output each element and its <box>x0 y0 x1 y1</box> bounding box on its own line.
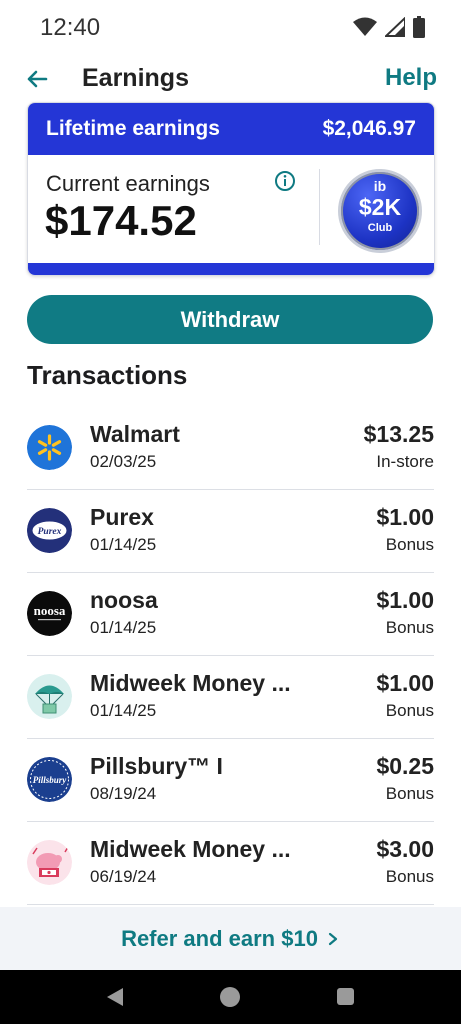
status-time: 12:40 <box>40 14 101 41</box>
status-bar: 12:40 <box>0 0 461 56</box>
transaction-name: noosa <box>90 587 158 613</box>
purex-logo-text: Purex <box>38 527 62 537</box>
chevron-right-icon <box>328 932 338 945</box>
transaction-name: Midweek Money ... <box>90 836 291 862</box>
lifetime-earnings-value: $2,046.97 <box>322 117 416 140</box>
transaction-date: 08/19/24 <box>90 784 157 803</box>
current-earnings-label: Current earnings <box>46 171 210 196</box>
transaction-name: Midweek Money ... <box>90 670 291 696</box>
noosa-logo-icon: noosa <box>27 591 72 636</box>
parachute-money-icon <box>27 674 72 719</box>
transaction-row[interactable]: Midweek Money ... 06/19/24 $3.00 Bonus <box>0 822 461 905</box>
transaction-type: Bonus <box>385 701 434 720</box>
card-accent-bar <box>28 263 434 275</box>
divider <box>319 169 320 245</box>
signal-icon <box>385 17 405 37</box>
transaction-row[interactable]: Purex Purex 01/14/25 $1.00 Bonus <box>0 490 461 573</box>
info-icon[interactable] <box>274 170 296 192</box>
transaction-row[interactable]: noosa noosa 01/14/25 $1.00 Bonus <box>0 573 461 656</box>
transaction-name: Pillsbury™ I <box>90 753 223 779</box>
app-bar: Earnings Help <box>0 56 461 102</box>
transaction-date: 01/14/25 <box>90 701 157 720</box>
status-icons <box>353 16 425 38</box>
transaction-row[interactable]: Pillsbury Pillsbury™ I 08/19/24 $0.25 Bo… <box>0 739 461 822</box>
noosa-logo-text: noosa <box>34 603 66 618</box>
withdraw-button[interactable]: Withdraw <box>27 295 433 344</box>
transaction-name: Walmart <box>90 421 180 447</box>
club-badge-amount: $2K <box>358 194 402 220</box>
transaction-type: Bonus <box>385 535 434 554</box>
lifetime-earnings-bar: Lifetime earnings $2,046.97 <box>28 103 434 155</box>
transaction-amount: $3.00 <box>376 836 434 862</box>
transaction-row[interactable]: Walmart 02/03/25 $13.25 In-store <box>0 407 461 490</box>
battery-icon <box>413 16 425 38</box>
pillsbury-logo-text: Pillsbury <box>33 775 68 785</box>
transaction-row[interactable]: Midweek Money ... 01/14/25 $1.00 Bonus <box>0 656 461 739</box>
lifetime-earnings-label: Lifetime earnings <box>46 117 220 140</box>
pillsbury-logo-icon: Pillsbury <box>27 757 72 802</box>
transaction-type: In-store <box>376 452 434 471</box>
transaction-amount: $1.00 <box>376 504 434 530</box>
transaction-date: 01/14/25 <box>90 535 157 554</box>
transaction-type: Bonus <box>385 618 434 637</box>
earnings-card: Lifetime earnings $2,046.97 Current earn… <box>27 102 435 276</box>
transactions-list: Walmart 02/03/25 $13.25 In-store Purex P… <box>0 407 461 905</box>
transaction-amount: $1.00 <box>376 670 434 696</box>
transaction-date: 06/19/24 <box>90 867 157 886</box>
system-nav-bar <box>0 970 461 1024</box>
row-divider <box>27 904 434 905</box>
club-badge-label: Club <box>367 222 393 234</box>
transaction-amount: $13.25 <box>363 421 434 447</box>
nav-home-icon[interactable] <box>220 987 240 1007</box>
walmart-logo-icon <box>27 425 72 470</box>
transaction-date: 02/03/25 <box>90 452 157 471</box>
transactions-title: Transactions <box>27 360 188 390</box>
piggy-bank-icon <box>27 840 72 885</box>
transaction-date: 01/14/25 <box>90 618 157 637</box>
transaction-type: Bonus <box>385 867 434 886</box>
transaction-amount: $0.25 <box>376 753 434 779</box>
wifi-icon <box>353 17 377 36</box>
refer-label: Refer and earn $10 <box>121 925 318 951</box>
help-link[interactable]: Help <box>385 64 437 92</box>
club-badge[interactable]: ib $2K Club <box>338 169 422 253</box>
transaction-name: Purex <box>90 504 154 530</box>
transaction-amount: $1.00 <box>376 587 434 613</box>
page-title: Earnings <box>82 64 189 92</box>
purex-logo-icon: Purex <box>27 508 72 553</box>
current-earnings-section: Current earnings $174.52 ib $2K Club <box>28 155 434 263</box>
current-earnings-value: $174.52 <box>45 197 197 244</box>
refer-and-earn-button[interactable]: Refer and earn $10 <box>0 907 461 970</box>
nav-recents-icon[interactable] <box>337 988 354 1005</box>
back-arrow-icon[interactable] <box>22 64 52 94</box>
club-badge-top: ib <box>373 178 387 194</box>
nav-back-icon[interactable] <box>106 987 124 1007</box>
transaction-type: Bonus <box>385 784 434 803</box>
